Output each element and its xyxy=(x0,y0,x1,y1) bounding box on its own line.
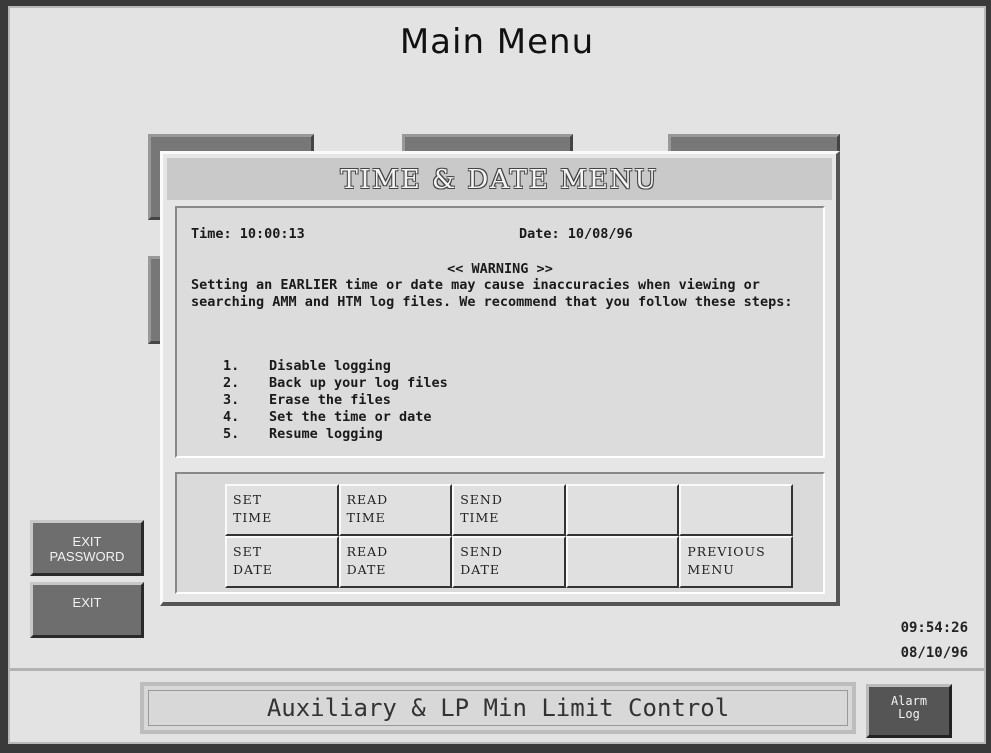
footer-title: Auxiliary & LP Min Limit Control xyxy=(148,690,848,726)
step-number: 4. xyxy=(223,409,240,425)
send-time-button[interactable]: SEND TIME xyxy=(452,484,566,536)
button-label: READ xyxy=(346,544,389,559)
alarm-log-button[interactable]: Alarm Log xyxy=(866,684,952,738)
set-time-button[interactable]: SET TIME xyxy=(225,484,339,536)
time-readout: Time: 10:00:13 xyxy=(191,226,305,242)
button-label: TIME xyxy=(233,510,273,525)
steps-list: 1. Disable logging 2. Back up your log fil… xyxy=(223,358,448,443)
warning-header: << WARNING >> xyxy=(447,261,553,277)
exit-password-button[interactable]: EXIT PASSWORD xyxy=(30,520,144,576)
screen: Main Menu TIME & DATE MENU Time: 10:00:1… xyxy=(8,6,986,744)
step-text: Set the time or date xyxy=(269,409,432,425)
divider xyxy=(10,668,984,671)
step-text: Disable logging xyxy=(269,358,391,374)
previous-menu-button[interactable]: PREVIOUS MENU xyxy=(679,536,793,588)
list-item: 1. Disable logging xyxy=(223,358,448,375)
button-label: MENU xyxy=(687,562,735,577)
step-text: Back up your log files xyxy=(269,375,448,391)
list-item: 4. Set the time or date xyxy=(223,409,448,426)
button-label: EXIT xyxy=(72,595,102,610)
blank-button[interactable] xyxy=(565,484,680,536)
button-label: SET xyxy=(233,544,263,559)
button-label: PASSWORD xyxy=(49,549,125,564)
button-label: READ xyxy=(346,492,389,507)
info-panel: Time: 10:00:13 Date: 10/08/96 << WARNING… xyxy=(175,206,825,458)
button-label: Log xyxy=(898,707,920,721)
button-panel: SET TIME READ TIME SEND TIME SET DATE RE… xyxy=(175,472,825,594)
blank-button[interactable] xyxy=(565,536,680,588)
footer-title-box: Auxiliary & LP Min Limit Control xyxy=(140,682,856,734)
step-text: Erase the files xyxy=(269,392,391,408)
set-date-button[interactable]: SET DATE xyxy=(225,536,339,588)
button-label: DATE xyxy=(346,562,387,577)
button-label: SET xyxy=(233,492,263,507)
button-label: TIME xyxy=(460,510,500,525)
exit-button[interactable]: EXIT xyxy=(30,582,144,638)
step-text: Resume logging xyxy=(269,426,383,442)
button-label: PREVIOUS xyxy=(687,544,766,559)
button-label: SEND xyxy=(460,544,503,559)
list-item: 3. Erase the files xyxy=(223,392,448,409)
step-number: 3. xyxy=(223,392,240,408)
dialog-title: TIME & DATE MENU xyxy=(167,158,832,200)
time-date-dialog: TIME & DATE MENU Time: 10:00:13 Date: 10… xyxy=(160,151,840,606)
step-number: 1. xyxy=(223,358,240,374)
button-label: TIME xyxy=(346,510,386,525)
date-readout: Date: 10/08/96 xyxy=(519,226,633,242)
button-label: DATE xyxy=(460,562,501,577)
read-date-button[interactable]: READ DATE xyxy=(338,536,453,588)
read-time-button[interactable]: READ TIME xyxy=(338,484,453,536)
clock-time: 09:54:26 xyxy=(900,620,968,636)
button-label: SEND xyxy=(460,492,503,507)
button-label: EXIT xyxy=(72,534,102,549)
step-number: 2. xyxy=(223,375,240,391)
button-grid: SET TIME READ TIME SEND TIME SET DATE RE… xyxy=(225,484,793,588)
blank-button[interactable] xyxy=(679,484,793,536)
list-item: 5. Resume logging xyxy=(223,426,448,443)
send-date-button[interactable]: SEND DATE xyxy=(452,536,566,588)
warning-text: Setting an EARLIER time or date may caus… xyxy=(191,277,793,310)
step-number: 5. xyxy=(223,426,240,442)
page-title: Main Menu xyxy=(399,22,595,62)
clock-date: 08/10/96 xyxy=(900,645,968,661)
button-label: DATE xyxy=(233,562,273,577)
list-item: 2. Back up your log files xyxy=(223,375,448,392)
